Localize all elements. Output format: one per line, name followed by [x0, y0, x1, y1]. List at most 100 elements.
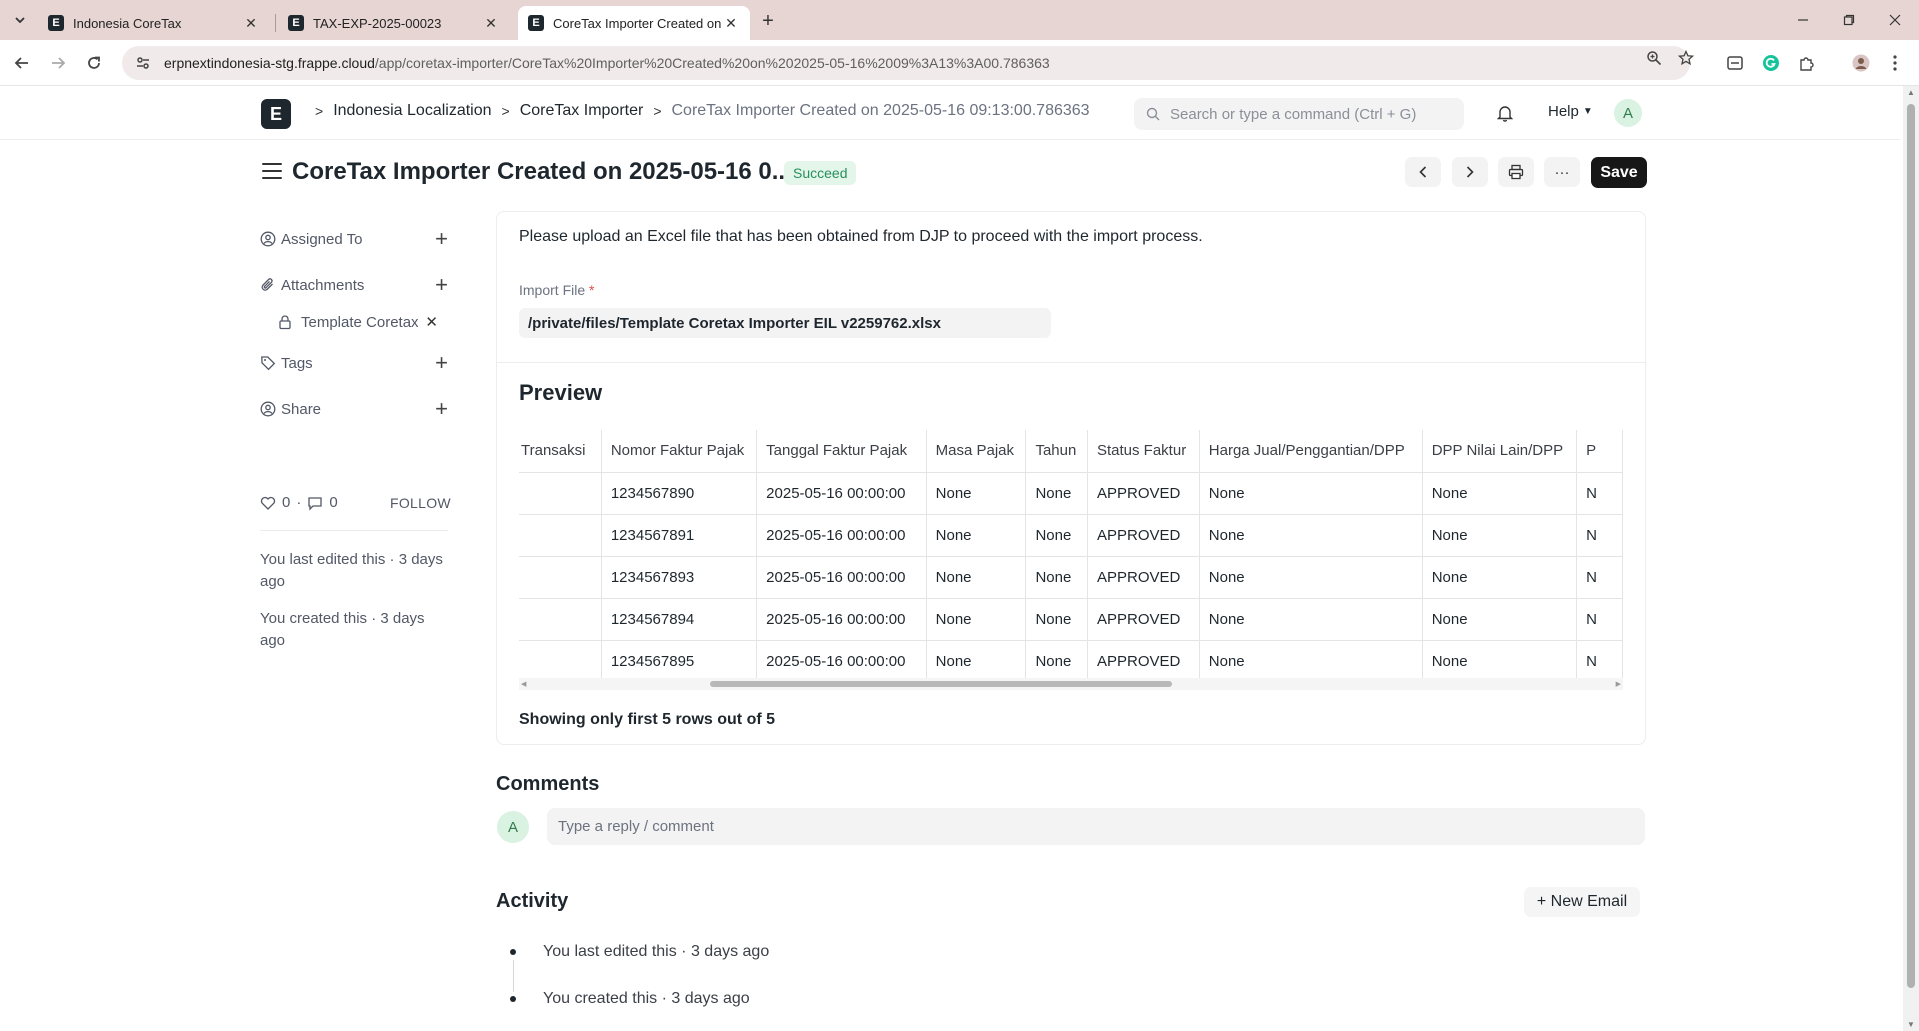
- media-icon[interactable]: [1724, 52, 1746, 74]
- notification-bell-icon[interactable]: [1495, 103, 1515, 123]
- erpnext-favicon-icon: E: [528, 15, 544, 31]
- table-cell: APPROVED: [1087, 598, 1200, 641]
- restore-icon[interactable]: [1826, 6, 1872, 34]
- add-tag-plus-icon[interactable]: +: [435, 350, 448, 376]
- tab-search-chevron-icon[interactable]: [8, 8, 32, 32]
- breadcrumb-chevron-icon: >: [501, 103, 510, 119]
- comments-count: 0: [329, 494, 338, 511]
- attachment-file-item[interactable]: Template Coretax Importer EIL v2259762.x…: [277, 310, 442, 334]
- zoom-icon[interactable]: [1644, 48, 1664, 68]
- breadcrumb-current-doc[interactable]: CoreTax Importer Created on 2025-05-16 0…: [672, 102, 1090, 120]
- breadcrumb: > Indonesia Localization > CoreTax Impor…: [305, 102, 1090, 120]
- erpnext-logo[interactable]: E: [261, 99, 291, 129]
- heart-icon[interactable]: [260, 495, 276, 511]
- dot-separator: ·: [296, 494, 302, 511]
- next-doc-chevron-right-icon[interactable]: [1452, 157, 1488, 187]
- sidebar-toggle-hamburger-icon[interactable]: [262, 161, 282, 181]
- add-share-plus-icon[interactable]: +: [435, 396, 448, 422]
- browser-tab-indonesia-coretax[interactable]: E Indonesia CoreTax ✕: [38, 6, 270, 40]
- new-tab-plus-icon[interactable]: +: [756, 9, 780, 33]
- attachments-label: Attachments: [281, 276, 365, 294]
- sidebar-last-edited: You last edited this · 3 days ago: [260, 551, 443, 590]
- table-cell: [519, 472, 602, 515]
- back-arrow-icon[interactable]: [8, 49, 36, 77]
- sidebar-assigned-to[interactable]: Assigned To +: [260, 226, 448, 252]
- previous-doc-chevron-left-icon[interactable]: [1405, 157, 1441, 187]
- comment-avatar: A: [497, 811, 529, 843]
- scroll-right-arrow-icon[interactable]: ▶: [1616, 680, 1621, 688]
- table-cell: None: [1025, 514, 1088, 557]
- address-bar[interactable]: erpnextindonesia-stg.frappe.cloud/app/co…: [122, 46, 1690, 80]
- reload-icon[interactable]: [80, 49, 108, 77]
- timeline-dot: [510, 996, 516, 1002]
- breadcrumb-indonesia-localization[interactable]: Indonesia Localization: [333, 102, 491, 120]
- help-dropdown[interactable]: Help ▼: [1548, 103, 1593, 120]
- sidebar-share[interactable]: Share +: [260, 396, 448, 422]
- scroll-up-arrow-icon[interactable]: ▲: [1907, 88, 1915, 97]
- table-row: 1234567894 2025-05-16 00:00:00 None None…: [519, 598, 1623, 641]
- table-cell: 1234567894: [601, 598, 758, 641]
- site-info-icon[interactable]: [132, 52, 154, 74]
- section-divider: [497, 362, 1645, 363]
- tag-icon: [260, 355, 276, 371]
- minimize-icon[interactable]: [1780, 6, 1826, 34]
- add-attachment-plus-icon[interactable]: +: [435, 272, 448, 298]
- paperclip-icon: [260, 277, 276, 293]
- remove-attachment-close-icon[interactable]: ✕: [425, 313, 438, 331]
- breadcrumb-chevron-icon: >: [315, 103, 324, 119]
- scrollbar-thumb[interactable]: [1907, 104, 1915, 988]
- tab-close-icon[interactable]: ✕: [482, 14, 500, 32]
- app-navbar: E > Indonesia Localization > CoreTax Imp…: [0, 86, 1900, 140]
- activity-text: You last edited this · 3 days ago: [543, 943, 770, 960]
- awesomebar-search-input[interactable]: Search or type a command (Ctrl + G): [1134, 98, 1464, 130]
- table-cell: None: [926, 514, 1027, 557]
- grammarly-extension-icon[interactable]: [1760, 52, 1782, 74]
- erpnext-favicon-icon: E: [288, 15, 304, 31]
- sidebar-attachments[interactable]: Attachments +: [260, 272, 448, 298]
- tab-close-icon[interactable]: ✕: [722, 14, 740, 32]
- comments-heading: Comments: [496, 773, 600, 795]
- column-header: Tahun: [1025, 430, 1088, 473]
- table-cell: APPROVED: [1087, 640, 1200, 680]
- print-icon[interactable]: [1498, 157, 1534, 187]
- new-email-button[interactable]: + New Email: [1524, 887, 1640, 917]
- extensions-puzzle-icon[interactable]: [1796, 52, 1818, 74]
- page-vertical-scrollbar[interactable]: ▲ ▼: [1903, 86, 1919, 1031]
- table-cell: None: [1199, 472, 1423, 515]
- user-avatar[interactable]: A: [1614, 99, 1642, 127]
- sidebar-tags[interactable]: Tags +: [260, 350, 448, 376]
- breadcrumb-coretax-importer[interactable]: CoreTax Importer: [520, 102, 644, 120]
- comment-input[interactable]: Type a reply / comment: [547, 808, 1645, 845]
- table-cell: None: [1199, 598, 1423, 641]
- browser-tab-coretax-importer[interactable]: E CoreTax Importer Created on 2025-05-16…: [518, 6, 750, 40]
- comment-bubble-icon[interactable]: [307, 495, 323, 511]
- import-file-field[interactable]: /private/files/Template Coretax Importer…: [519, 308, 1051, 338]
- table-cell: None: [1422, 598, 1578, 641]
- scrollbar-thumb[interactable]: [710, 681, 1172, 687]
- table-cell: None: [1025, 598, 1088, 641]
- scroll-left-arrow-icon[interactable]: ◀: [521, 680, 526, 688]
- forward-arrow-icon[interactable]: [44, 49, 72, 77]
- attachment-file-name[interactable]: Template Coretax Importer EIL v2259762.x…: [301, 314, 418, 331]
- bookmark-star-icon[interactable]: [1676, 48, 1696, 68]
- follow-button[interactable]: FOLLOW: [390, 495, 451, 511]
- table-cell: None: [1422, 556, 1578, 599]
- table-cell: APPROVED: [1087, 556, 1200, 599]
- url-path: /app/coretax-importer/CoreTax%20Importer…: [374, 55, 1050, 71]
- save-button[interactable]: Save: [1591, 157, 1647, 188]
- table-cell: N: [1576, 472, 1623, 515]
- browser-tab-tax-exp[interactable]: E TAX-EXP-2025-00023 ✕: [278, 6, 510, 40]
- more-actions-ellipsis-icon[interactable]: ···: [1544, 157, 1580, 187]
- scroll-down-arrow-icon[interactable]: ▼: [1907, 1020, 1915, 1029]
- tab-close-icon[interactable]: ✕: [242, 14, 260, 32]
- table-cell: None: [926, 640, 1027, 680]
- profile-avatar-icon[interactable]: [1850, 52, 1872, 74]
- close-window-icon[interactable]: [1872, 6, 1918, 34]
- assign-user-icon: [260, 231, 276, 247]
- preview-horizontal-scrollbar[interactable]: ◀ ▶: [519, 678, 1623, 690]
- search-placeholder: Search or type a command (Ctrl + G): [1170, 105, 1417, 123]
- add-assignee-plus-icon[interactable]: +: [435, 226, 448, 252]
- table-row: 1234567891 2025-05-16 00:00:00 None None…: [519, 514, 1623, 557]
- browser-menu-kebab-icon[interactable]: [1884, 52, 1906, 74]
- column-header: Harga Jual/Penggantian/DPP: [1199, 430, 1423, 473]
